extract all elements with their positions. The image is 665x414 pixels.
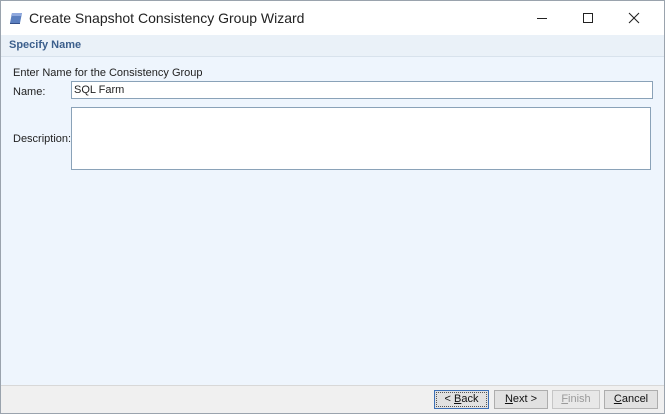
- description-input[interactable]: [71, 107, 651, 170]
- next-rest: ext >: [512, 393, 538, 405]
- step-header: Specify Name: [1, 35, 664, 57]
- close-icon: [628, 12, 640, 24]
- cancel-rest: ancel: [621, 393, 649, 405]
- step-title: Specify Name: [9, 39, 82, 51]
- finish-rest: inish: [568, 393, 591, 405]
- description-label: Description:: [13, 133, 72, 145]
- wizard-window: Create Snapshot Consistency Group Wizard…: [0, 0, 665, 414]
- finish-button[interactable]: Finish: [552, 390, 600, 409]
- cancel-mnemonic: C: [613, 393, 622, 405]
- button-bar: < Back Next > Finish Cancel: [1, 385, 664, 413]
- back-prefix: <: [444, 393, 454, 405]
- maximize-button[interactable]: [565, 1, 611, 35]
- title-bar[interactable]: Create Snapshot Consistency Group Wizard: [1, 1, 664, 35]
- window-title: Create Snapshot Consistency Group Wizard: [29, 10, 305, 26]
- back-rest: ack: [461, 393, 479, 405]
- name-label: Name:: [13, 86, 46, 98]
- close-button[interactable]: [611, 1, 657, 35]
- wizard-content: Enter Name for the Consistency Group Nam…: [1, 57, 664, 385]
- cancel-button[interactable]: Cancel: [604, 390, 658, 409]
- maximize-icon: [583, 13, 593, 23]
- back-button-label: < Back: [436, 392, 487, 407]
- back-button[interactable]: < Back: [434, 390, 489, 409]
- next-mnemonic: N: [504, 393, 513, 405]
- minimize-icon: [537, 18, 547, 19]
- snapshot-wizard-icon: [9, 11, 23, 25]
- next-button[interactable]: Next >: [494, 390, 548, 409]
- group-instruction-label: Enter Name for the Consistency Group: [13, 67, 203, 79]
- name-input[interactable]: [71, 81, 653, 99]
- minimize-button[interactable]: [519, 1, 565, 35]
